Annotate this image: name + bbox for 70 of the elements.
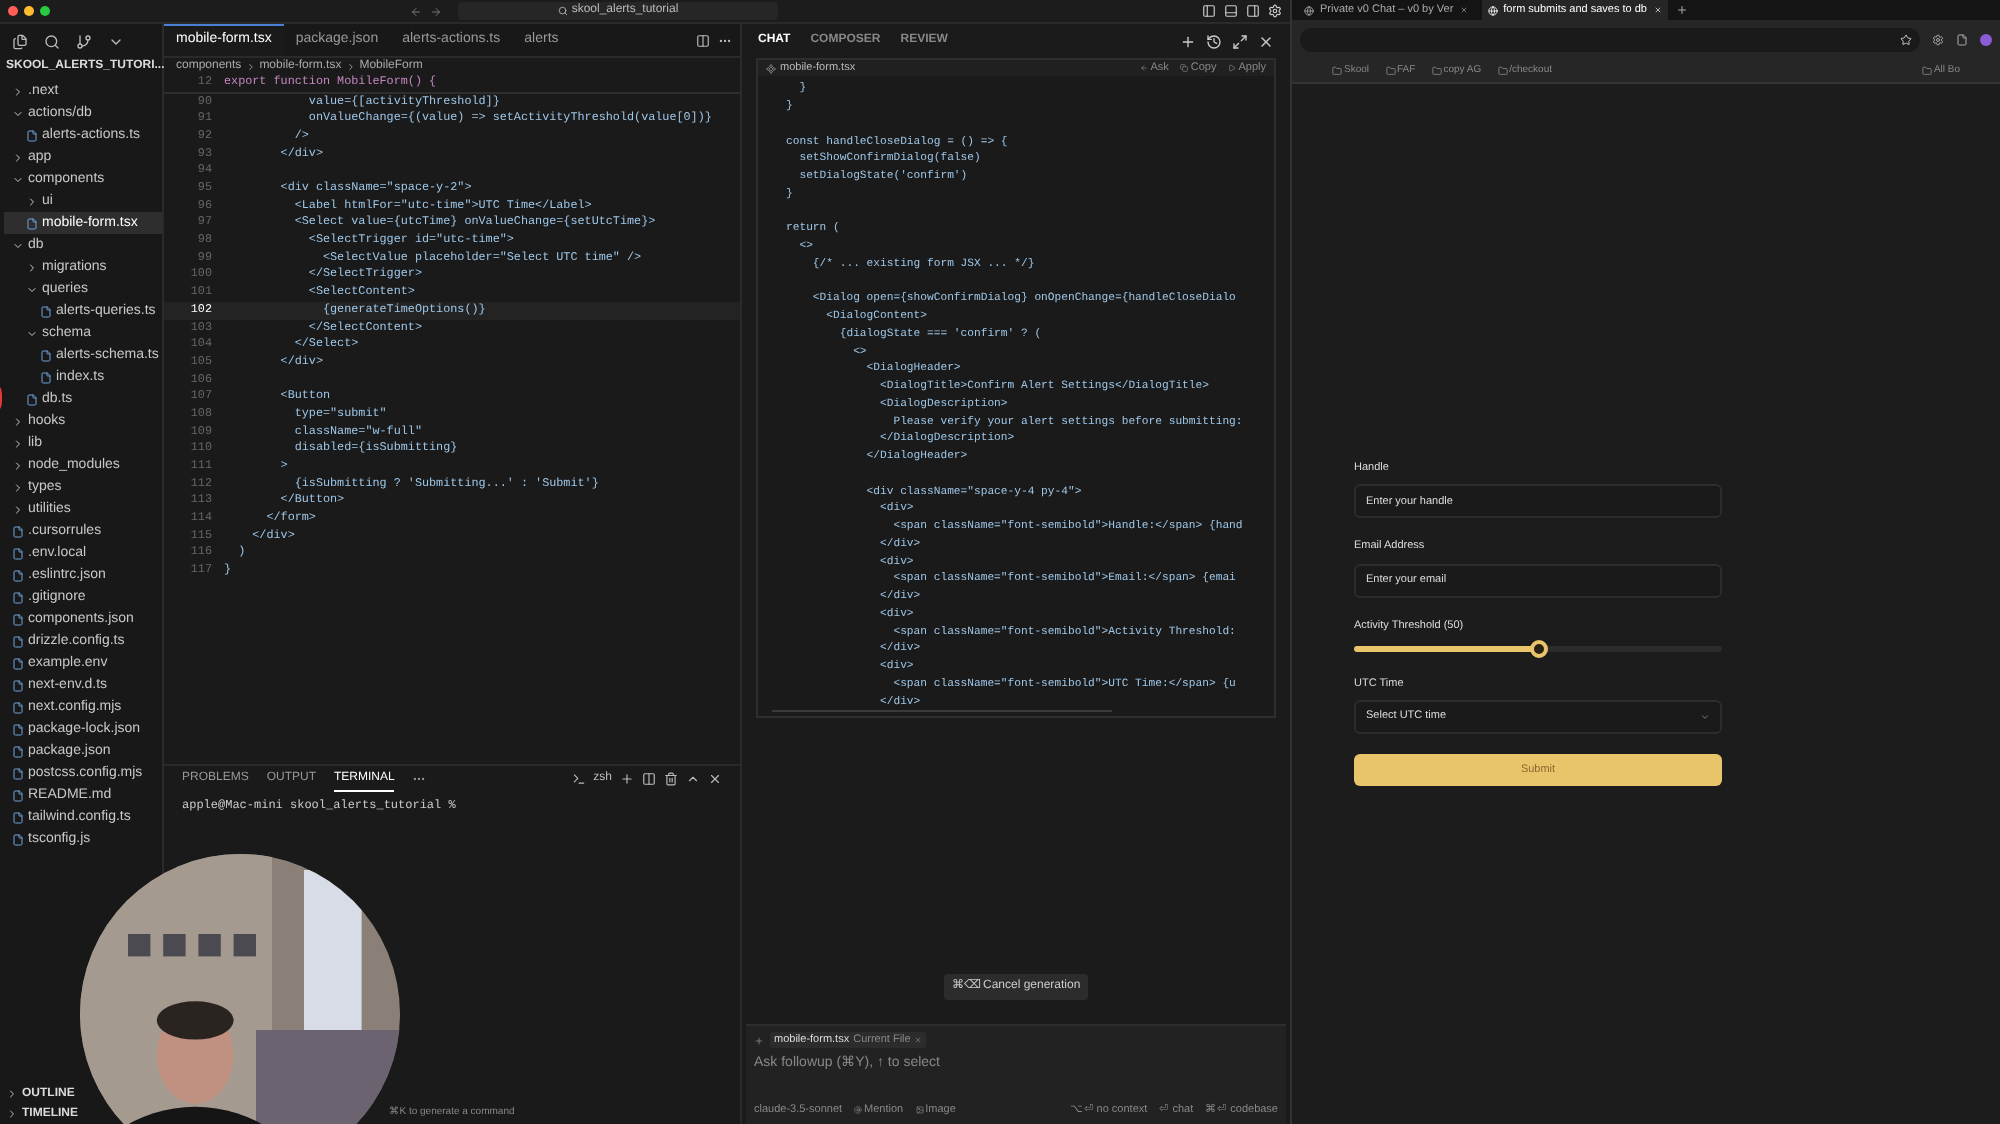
slider-thumb[interactable]	[1529, 639, 1547, 658]
add-context-icon[interactable]	[754, 1035, 764, 1046]
new-chat-icon[interactable]	[1180, 33, 1196, 49]
folder-icon	[1385, 66, 1396, 76]
maximize-panel-icon[interactable]	[686, 772, 700, 786]
secondary-sidebar-toggle-icon[interactable]	[1246, 4, 1260, 18]
file-icon	[12, 701, 24, 713]
folder-icon	[1921, 66, 1932, 76]
extension-icon[interactable]	[1932, 34, 1944, 46]
folder-icon	[1431, 66, 1442, 76]
file-icon	[12, 811, 24, 823]
sidebar-toggle-icon[interactable]	[1202, 4, 1216, 18]
file-icon	[12, 547, 24, 559]
close-icon[interactable]	[1258, 33, 1274, 49]
close-window-icon[interactable]	[8, 6, 18, 16]
file-icon	[12, 525, 24, 537]
file-icon	[12, 679, 24, 691]
file-icon	[12, 613, 24, 625]
file-icon	[12, 635, 24, 647]
file-icon	[26, 217, 38, 229]
close-icon[interactable]	[708, 772, 722, 786]
panel-toggle-icon[interactable]	[1224, 4, 1238, 18]
search-icon	[557, 6, 568, 16]
split-terminal-icon[interactable]	[642, 772, 656, 786]
globe-icon	[1304, 5, 1314, 15]
chevron-icon	[1700, 712, 1710, 722]
extension-icon[interactable]	[1956, 34, 1968, 46]
file-icon	[26, 129, 38, 141]
bookmark-star-icon[interactable]	[1900, 34, 1912, 46]
search-icon[interactable]	[44, 33, 60, 49]
file-icon	[12, 657, 24, 669]
chevron-icon	[245, 62, 256, 72]
file-icon	[12, 833, 24, 845]
minimize-window-icon[interactable]	[24, 6, 34, 16]
file-icon	[40, 349, 52, 361]
file-icon	[12, 723, 24, 735]
zoom-window-icon[interactable]	[40, 6, 50, 16]
terminal-icon	[571, 772, 586, 786]
source-control-icon[interactable]	[76, 33, 92, 49]
play-icon	[1228, 64, 1237, 73]
expand-icon[interactable]	[1232, 33, 1248, 49]
folder-icon	[1497, 66, 1508, 76]
file-icon	[12, 591, 24, 603]
horizontal-scrollbar[interactable]	[772, 710, 1112, 712]
trash-icon[interactable]	[664, 772, 678, 786]
settings-icon[interactable]	[1268, 4, 1282, 18]
image-icon	[915, 1105, 924, 1114]
chevron-icon	[345, 62, 356, 72]
more-icon[interactable]	[412, 772, 427, 786]
back-icon[interactable]	[410, 5, 422, 17]
globe-icon	[1487, 5, 1498, 15]
arrow-icon	[1140, 64, 1149, 73]
new-tab-icon[interactable]	[1675, 4, 1687, 16]
file-icon	[12, 767, 24, 779]
history-icon[interactable]	[1206, 33, 1222, 49]
file-icon	[12, 789, 24, 801]
split-editor-icon[interactable]	[696, 33, 710, 47]
profile-icon[interactable]	[1980, 34, 1992, 46]
file-icon	[26, 393, 38, 405]
chevron-icon	[26, 327, 38, 339]
file-icon	[40, 305, 52, 317]
new-terminal-icon[interactable]	[620, 772, 634, 786]
folder-icon	[1332, 66, 1342, 76]
explorer-icon[interactable]	[12, 33, 28, 49]
copy-icon	[1180, 64, 1189, 73]
file-icon	[40, 371, 52, 383]
slider-track[interactable]	[1354, 645, 1722, 652]
file-icon	[12, 569, 24, 581]
file-icon	[12, 745, 24, 757]
at-sign-icon	[854, 1105, 863, 1114]
